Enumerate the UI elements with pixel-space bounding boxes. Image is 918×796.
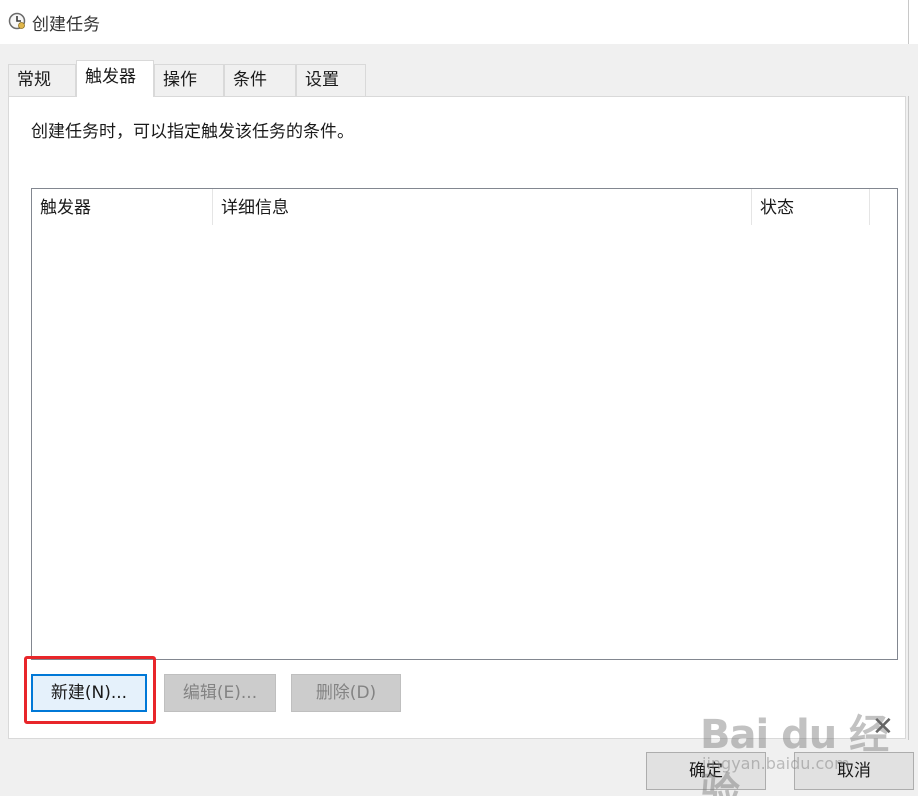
tab-label: 触发器: [85, 67, 136, 87]
tab-label: 常规: [17, 70, 51, 90]
tab-label: 操作: [163, 70, 197, 90]
dialog-footer: [0, 740, 918, 796]
title-bar: 创建任务: [0, 0, 918, 44]
triggers-description: 创建任务时，可以指定触发该任务的条件。: [31, 122, 354, 142]
edit-trigger-button[interactable]: 编辑(E)...: [164, 674, 276, 712]
window-title: 创建任务: [32, 15, 100, 35]
tab-bar: 常规 触发器 操作 条件 设置: [0, 44, 918, 97]
create-task-window: 创建任务 常规 触发器 操作 条件 设置 创建任务时，可以指定触发该任务的条件。…: [0, 0, 918, 796]
delete-trigger-button[interactable]: 删除(D): [291, 674, 401, 712]
cancel-button[interactable]: 取消: [794, 752, 914, 790]
tab-conditions[interactable]: 条件: [224, 64, 296, 96]
column-header-status[interactable]: 状态: [752, 189, 870, 225]
tab-general[interactable]: 常规: [8, 64, 76, 96]
column-header-details[interactable]: 详细信息: [213, 189, 752, 225]
annotation-highlight-box: [24, 656, 156, 724]
tab-settings[interactable]: 设置: [296, 64, 366, 96]
column-header-trigger[interactable]: 触发器: [32, 189, 213, 225]
close-icon[interactable]: ✕: [872, 712, 894, 742]
triggers-list[interactable]: 触发器 详细信息 状态: [31, 188, 898, 660]
tab-label: 设置: [305, 70, 339, 90]
tab-label: 条件: [233, 70, 267, 90]
tab-actions[interactable]: 操作: [154, 64, 224, 96]
window-right-border: [908, 0, 909, 744]
ok-button[interactable]: 确定: [646, 752, 766, 790]
tab-triggers[interactable]: 触发器: [76, 60, 154, 97]
task-scheduler-clock-icon: [8, 12, 26, 30]
triggers-tab-panel: 创建任务时，可以指定触发该任务的条件。 触发器 详细信息 状态: [8, 96, 906, 739]
